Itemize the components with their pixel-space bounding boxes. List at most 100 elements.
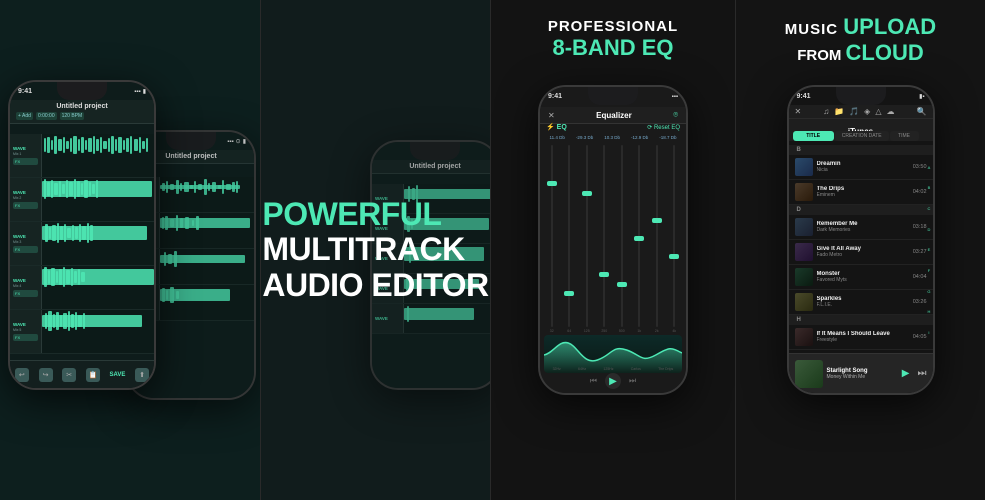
song-thumb-5 (795, 268, 813, 286)
fx-button-5[interactable]: FX (13, 334, 38, 341)
cloud-headline-line1: MUSIC (785, 21, 844, 38)
undo-icon[interactable]: ↩ (15, 368, 29, 382)
eq-title: Equalizer (596, 111, 632, 120)
cut-icon[interactable]: ✂ (62, 368, 76, 382)
save-button[interactable]: SAVE (110, 372, 126, 378)
section-header-h: H (789, 315, 933, 325)
fx-button-2[interactable]: FX (13, 202, 38, 209)
list-item[interactable]: The Drips Eminem 04:02 (789, 180, 933, 205)
cloud-headline: MUSIC UPLOAD FROM CLOUD (736, 14, 985, 67)
waveform-svg-2b (160, 213, 254, 248)
export-icon[interactable]: ⬆ (135, 368, 149, 382)
tab-creation-date[interactable]: CREATION DATE (835, 131, 889, 141)
next-icon[interactable]: ⏭ (629, 376, 636, 386)
panel-itunes: MUSIC UPLOAD FROM CLOUD 9:41 ▮▪ ✕ ♫ 📁 🎵 … (735, 0, 985, 500)
table-row: WAVE Mix 5 FX (10, 310, 154, 354)
eq-thumb-1[interactable] (547, 181, 557, 186)
cloud-icon[interactable]: ☁ (886, 107, 894, 116)
eq-thumb-2[interactable] (564, 291, 574, 296)
play-icon[interactable]: ▶ (605, 373, 621, 389)
player-next-icon[interactable]: ⏭ (918, 368, 927, 379)
eq-thumb-4[interactable] (599, 272, 609, 277)
headline-line3: AUDIO EDITOR (262, 268, 488, 303)
song-thumb-4 (795, 243, 813, 261)
track-label-2: WAVE (13, 190, 38, 195)
panel-equalizer: PROFESSIONAL 8-BAND EQ 9:41 ▪▪▪ ✕ Equali… (490, 0, 735, 500)
table-row: WAVE Mix 4 FX (10, 266, 154, 310)
itunes-tab-bar: TITLE CREATION DATE TIME (793, 131, 919, 141)
phone-eq-mockup: 9:41 ▪▪▪ ✕ Equalizer ⌾ ⚡ EQ ⟳ Reset EQ 1… (538, 85, 688, 395)
eq-thumb-8[interactable] (669, 254, 679, 259)
waveform-4 (42, 266, 154, 309)
eq-band-4[interactable]: 250 (597, 145, 613, 333)
eq-thumb-6[interactable] (634, 236, 644, 241)
song-thumb-7 (795, 328, 813, 346)
waveform-3 (42, 222, 154, 265)
waveform-svg-2c (160, 249, 254, 284)
eq-sliders-container: 32 64 125 2 (544, 145, 682, 333)
track-area: WAVE Mix 1 FX (10, 134, 154, 360)
folder-icon[interactable]: 📁 (834, 107, 844, 116)
search-icon-itunes[interactable]: 🔍 (917, 107, 927, 116)
headline-line1: POWERFUL (262, 197, 488, 232)
phone-mockup-1: 9:41 ▪▪▪ ▮ Untitled project + Add 0:00:0… (8, 80, 156, 390)
fx-button-3[interactable]: FX (13, 246, 38, 253)
waveform-2 (42, 178, 154, 221)
close-icon[interactable]: ✕ (548, 111, 555, 120)
add-track-btn[interactable]: + Add (16, 112, 33, 120)
fx-button-4[interactable]: FX (13, 290, 38, 297)
cloud-headline-upload: UPLOAD (843, 14, 936, 39)
headline-line2: MULTITRACK (262, 232, 488, 267)
eq-band-5[interactable]: 500 (614, 145, 630, 333)
eq-band-8[interactable]: 4k (667, 145, 683, 333)
list-item[interactable]: Sparkles F.L.I.E. 03:26 (789, 290, 933, 315)
prev-icon[interactable]: ⏮ (590, 376, 597, 386)
gdrive-icon[interactable]: △ (875, 107, 881, 116)
eq-playback-controls: ⏮ ▶ ⏭ (540, 373, 686, 389)
list-item[interactable]: Dreamin Nicia 03:50 (789, 155, 933, 180)
project-title: Untitled project (16, 103, 148, 110)
headline-text: POWERFUL MULTITRACK AUDIO EDITOR (262, 197, 488, 303)
list-item[interactable]: Monster Favored Myts 04:04 (789, 265, 933, 290)
list-item[interactable]: Give It All Away Fado Metro 03:27 (789, 240, 933, 265)
eq-band-3[interactable]: 125 (579, 145, 595, 333)
eq-headline-line1: PROFESSIONAL (491, 18, 735, 35)
status-time-1: 9:41 (18, 88, 32, 95)
list-item[interactable]: If It Means I Should Leave Freestyle 04:… (789, 325, 933, 350)
waveform-svg-2a (160, 177, 254, 212)
close-btn-itunes[interactable]: ✕ (795, 107, 802, 116)
reset-eq-button[interactable]: ⟳ Reset EQ (647, 124, 680, 131)
eq-band-6[interactable]: 1k (632, 145, 648, 333)
eq-thumb-7[interactable] (652, 218, 662, 223)
bpm-display: 120 BPM (60, 112, 85, 120)
itunes-logo-icon: 🎵 (849, 107, 859, 116)
tab-title[interactable]: TITLE (793, 131, 834, 141)
eq-band-2[interactable]: 64 (562, 145, 578, 333)
waveform-svg-2d (160, 285, 254, 320)
eq-headline-line2: 8-BAND EQ (491, 35, 735, 61)
track-label-4: WAVE (13, 278, 38, 283)
fx-button-1[interactable]: FX (13, 158, 38, 165)
eq-headline: PROFESSIONAL 8-BAND EQ (491, 18, 735, 61)
panel-headline: POWERFUL MULTITRACK AUDIO EDITOR Untitle… (260, 0, 490, 500)
battery-icon-itunes: ▮▪ (919, 93, 924, 100)
eq-thumb-5[interactable] (617, 282, 627, 287)
wifi-icon: ⊙ (236, 138, 241, 145)
eq-headphone-icon[interactable]: ⌾ (673, 110, 678, 120)
eq-band-7[interactable]: 2k (649, 145, 665, 333)
player-play-icon[interactable]: ▶ (902, 368, 910, 379)
now-playing-artist: Money Within Me (827, 374, 898, 380)
tab-time[interactable]: TIME (890, 131, 919, 141)
battery-icon: ▮ (243, 138, 246, 145)
signal-icon: ▪▪▪ (227, 139, 233, 145)
dropbox-icon[interactable]: ◈ (864, 107, 870, 116)
eq-thumb-3[interactable] (582, 191, 592, 196)
list-item[interactable]: Remember Me Dark Memories 03:18 (789, 215, 933, 240)
table-row: WAVE Mix 2 FX (10, 178, 154, 222)
paste-icon[interactable]: 📋 (86, 368, 100, 382)
itunes-status-time: 9:41 (797, 93, 811, 100)
music-icon[interactable]: ♫ (823, 107, 829, 116)
now-playing-bar: Starlight Song Money Within Me ▶ ⏭ (789, 353, 933, 393)
redo-icon[interactable]: ↪ (39, 368, 53, 382)
eq-band-1[interactable]: 32 (544, 145, 560, 333)
